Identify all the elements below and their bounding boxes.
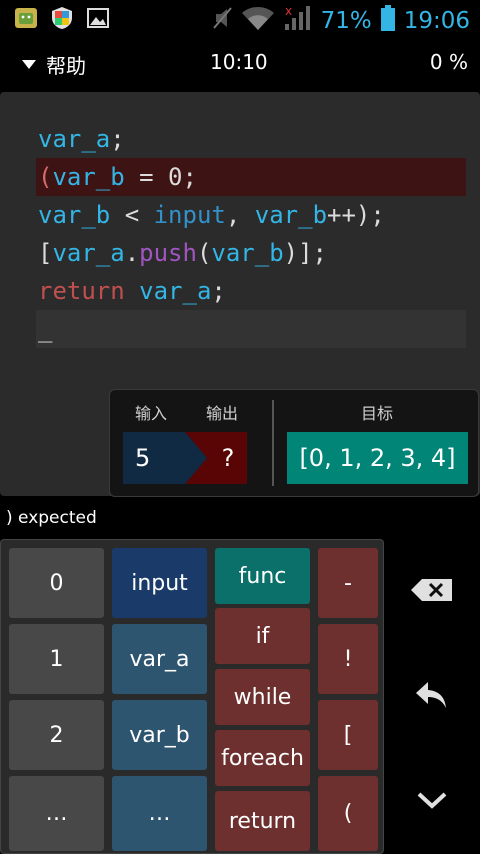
code-token: return xyxy=(38,277,125,305)
code-token: push xyxy=(139,239,197,267)
key-paren[interactable]: ( xyxy=(318,776,378,851)
shield-icon xyxy=(50,6,74,30)
code-token: ++); xyxy=(327,201,385,229)
input-label: 输入 xyxy=(135,404,168,423)
code-line[interactable]: (var_b = 0; xyxy=(36,158,466,196)
code-token: , xyxy=(225,201,255,229)
code-token: [ xyxy=(38,239,53,267)
code-line[interactable]: return var_a; xyxy=(36,272,466,310)
mute-icon xyxy=(211,5,233,37)
input-value: 5 xyxy=(123,432,185,484)
timer: 10:10 xyxy=(210,50,268,74)
key-return[interactable]: return xyxy=(215,791,310,851)
battery-percent: 71% xyxy=(320,8,372,34)
key-foreach[interactable]: foreach xyxy=(215,730,310,786)
undo-button[interactable] xyxy=(400,676,464,720)
io-divider xyxy=(272,400,274,486)
key-not[interactable]: ! xyxy=(318,624,378,694)
key-if[interactable]: if xyxy=(215,608,310,664)
backspace-button[interactable] xyxy=(400,570,464,614)
code-token: < xyxy=(110,201,154,229)
code-token: _ xyxy=(38,315,53,343)
dropdown-triangle-icon xyxy=(22,60,36,69)
code-token: . xyxy=(124,239,140,267)
help-label: 帮助 xyxy=(46,54,86,78)
code-token: ; xyxy=(110,125,125,153)
key-func[interactable]: func xyxy=(215,548,310,604)
signal-icon: x xyxy=(283,4,313,38)
battery-icon xyxy=(380,4,396,38)
wifi-icon xyxy=(241,5,275,37)
key-0[interactable]: 0 xyxy=(9,548,104,618)
code-token: var_a xyxy=(38,125,111,153)
code-token: = 0; xyxy=(124,163,197,191)
key-more-numbers[interactable]: … xyxy=(9,776,104,851)
undo-arrow-icon xyxy=(414,680,450,716)
code-line[interactable]: _ xyxy=(36,310,466,348)
android-app-icon xyxy=(14,6,38,30)
io-panel: 输入 输出 目标 5 ? [0, 1, 2, 3, 4] xyxy=(109,389,479,497)
key-var-a[interactable]: var_a xyxy=(112,624,207,694)
progress-percent: 0 % xyxy=(429,50,468,74)
code-token: var_a xyxy=(52,239,125,267)
output-value: ? xyxy=(221,444,235,472)
svg-text:x: x xyxy=(285,4,292,18)
code-line[interactable]: var_b < input, var_b++); xyxy=(36,196,466,234)
input-arrow xyxy=(185,432,207,484)
code-lines[interactable]: var_a; (var_b = 0; var_b < input, var_b++)… xyxy=(36,120,466,348)
key-input[interactable]: input xyxy=(112,548,207,618)
key-minus[interactable]: - xyxy=(318,548,378,618)
app-header: 帮助 10:10 0 % xyxy=(0,40,480,86)
key-var-b[interactable]: var_b xyxy=(112,700,207,770)
help-menu[interactable]: 帮助 xyxy=(22,50,86,79)
code-token: var_b xyxy=(52,163,125,191)
code-token: )]; xyxy=(283,239,328,267)
code-token: ( xyxy=(38,163,53,191)
code-token: var_b xyxy=(211,239,284,267)
status-time: 19:06 xyxy=(403,8,470,34)
code-token: input xyxy=(153,201,226,229)
key-bracket[interactable]: [ xyxy=(318,700,378,770)
keypad: 0 1 2 … input var_a var_b … func if whil… xyxy=(0,539,384,854)
key-1[interactable]: 1 xyxy=(9,624,104,694)
code-line[interactable]: [var_a.push(var_b)]; xyxy=(36,234,466,272)
code-token: ; xyxy=(211,277,226,305)
key-more-vars[interactable]: … xyxy=(112,776,207,851)
chevron-down-icon xyxy=(417,791,447,813)
output-label: 输出 xyxy=(206,404,239,423)
collapse-button[interactable] xyxy=(400,780,464,824)
code-token: var_b xyxy=(254,201,328,229)
status-bar: x 71% 19:06 xyxy=(0,0,480,38)
key-2[interactable]: 2 xyxy=(9,700,104,770)
code-line[interactable]: var_a; xyxy=(36,120,466,158)
code-token: var_a xyxy=(139,277,212,305)
image-icon xyxy=(86,6,110,30)
code-token: var_b xyxy=(38,201,111,229)
backspace-icon xyxy=(410,578,454,606)
target-value: [0, 1, 2, 3, 4] xyxy=(287,432,468,484)
key-while[interactable]: while xyxy=(215,669,310,725)
target-label: 目标 xyxy=(361,404,394,423)
error-message: ) expected xyxy=(6,508,97,528)
code-token: ( xyxy=(196,239,212,267)
